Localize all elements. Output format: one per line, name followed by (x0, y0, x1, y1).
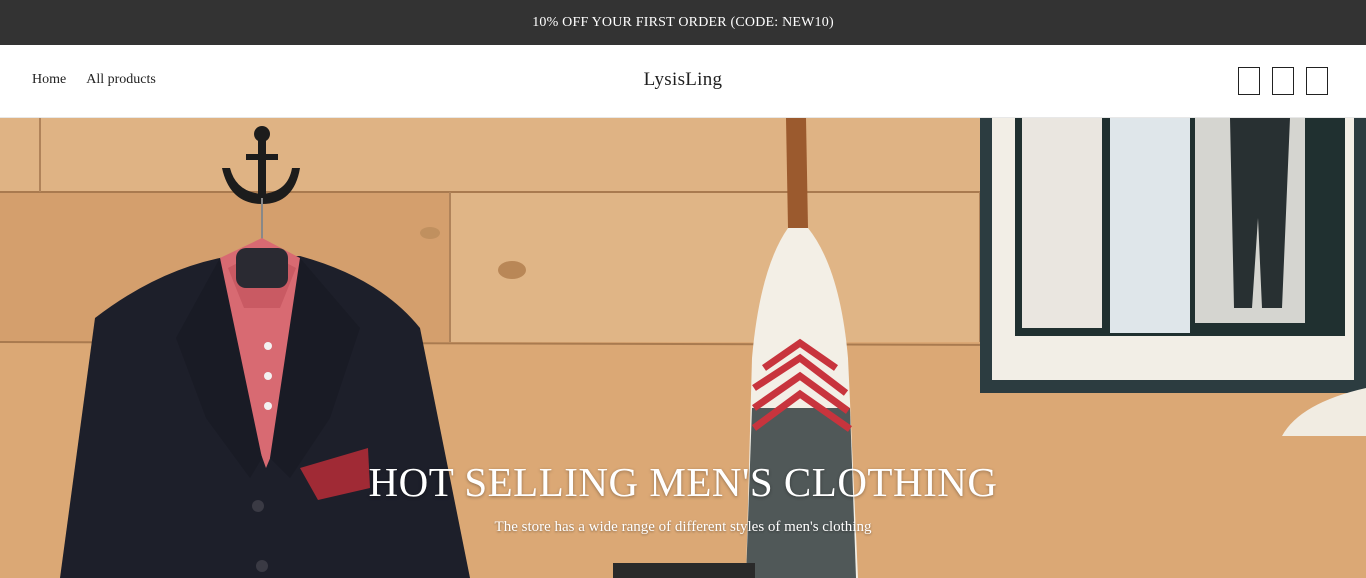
brand-logo[interactable]: LysisLing (0, 69, 1366, 91)
cart-icon[interactable] (1306, 67, 1328, 95)
search-icon[interactable] (1238, 67, 1260, 95)
hero-subtitle: The store has a wide range of different … (494, 519, 872, 535)
hero-image (0, 118, 1366, 578)
hero-banner: HOT SELLING MEN'S CLOTHING The store has… (0, 118, 1366, 578)
announcement-bar: 10% OFF YOUR FIRST ORDER (CODE: NEW10) (0, 0, 1366, 45)
header-icons (1238, 67, 1328, 95)
announcement-text: 10% OFF YOUR FIRST ORDER (CODE: NEW10) (532, 14, 834, 30)
account-icon[interactable] (1272, 67, 1294, 95)
hero-title: HOT SELLING MEN'S CLOTHING (368, 459, 998, 505)
hero-cta-button[interactable] (613, 563, 755, 578)
site-header: Home All products LysisLing (0, 45, 1366, 118)
